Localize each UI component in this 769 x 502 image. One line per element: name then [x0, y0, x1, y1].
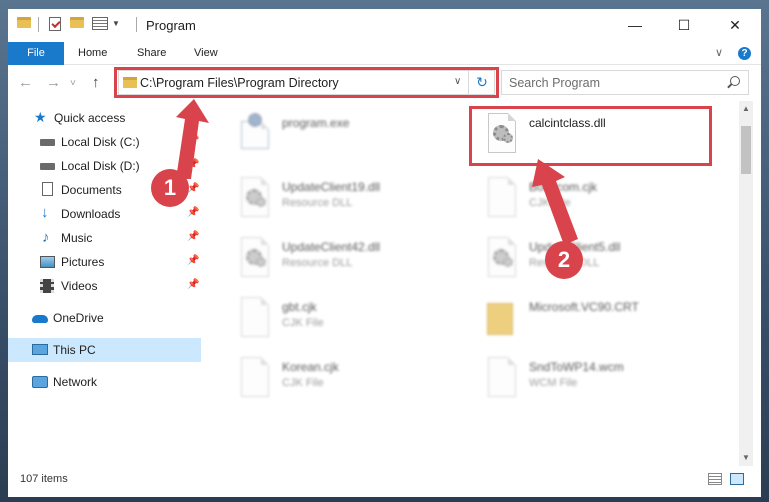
- arrow-1: [176, 99, 209, 179]
- step-2-badge: 2: [545, 241, 583, 279]
- annotation-arrows: [176, 99, 578, 245]
- arrow-2: [532, 159, 578, 245]
- explorer-window: ▼ Program — ☐ ✕ File Home Share View ∨ ?…: [8, 9, 761, 497]
- step-1-badge: 1: [151, 169, 189, 207]
